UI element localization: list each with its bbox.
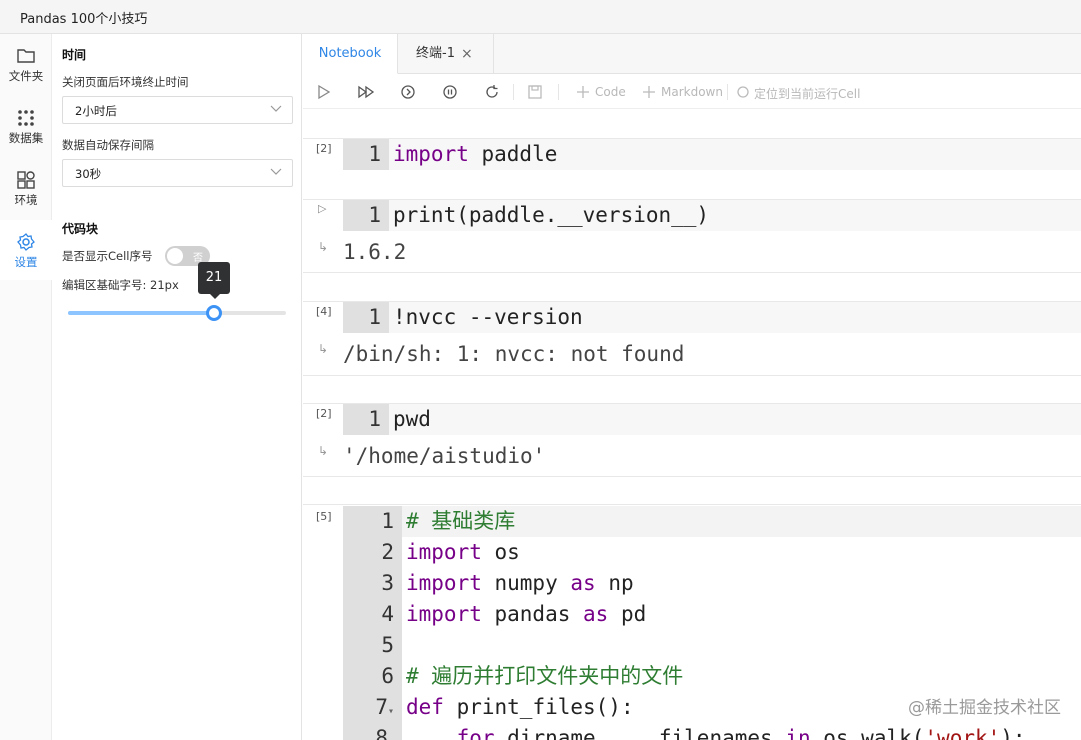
cell-output: /bin/sh: 1: nvcc: not found (343, 342, 685, 366)
toolbar-separator (727, 84, 728, 100)
output-icon: ↳ (318, 342, 329, 356)
autosave-select[interactable]: 30秒 (62, 159, 293, 187)
notebook-area: Notebook 终端-1 × Code Markdown 定位到当前运行Cel… (303, 34, 1081, 740)
code-editor[interactable]: 1 !nvcc --version (343, 302, 1081, 333)
cell-divider (303, 476, 1081, 477)
run-cell-button[interactable] (317, 83, 331, 101)
section-title-time: 时间 (62, 48, 87, 62)
environment-icon (17, 171, 35, 189)
play-icon (318, 84, 331, 100)
code-line: 8▾ for dirname, _, filenames in os.walk(… (343, 723, 1081, 740)
code-line: 1 print(paddle.__version__) (343, 200, 1081, 231)
autosave-label: 数据自动保存间隔 (62, 138, 154, 152)
show-cell-number-label: 是否显示Cell序号 (62, 249, 153, 263)
cell-divider (303, 375, 1081, 376)
add-markdown-label[interactable]: Markdown (661, 85, 723, 99)
close-timeout-label: 关闭页面后环境终止时间 (62, 75, 189, 89)
code-line: 1 import paddle (343, 139, 1081, 170)
iconbar-item-folder[interactable]: 文件夹 (0, 34, 52, 94)
tab-terminal[interactable]: 终端-1 × (399, 34, 494, 74)
close-icon[interactable]: × (461, 34, 473, 74)
save-icon (528, 85, 542, 99)
settings-panel: 时间 关闭页面后环境终止时间 2小时后 数据自动保存间隔 30秒 代码块 是否显… (52, 34, 302, 740)
close-timeout-select[interactable]: 2小时后 (62, 96, 293, 124)
cell-output: '/home/aistudio' (343, 444, 546, 468)
code-line: 1 pwd (343, 404, 1081, 435)
code-editor[interactable]: 1 print(paddle.__version__) (343, 200, 1081, 231)
font-size-tooltip: 21 (198, 262, 231, 299)
plus-icon (643, 86, 655, 98)
code-cell[interactable]: [4] 1 !nvcc --version ↳ /bin/sh: 1: nvcc:… (303, 302, 1081, 374)
app-title: Pandas 100个小技巧 (20, 12, 148, 27)
section-title-code: 代码块 (62, 222, 99, 236)
restart-run-button[interactable] (400, 83, 416, 101)
code-editor[interactable]: 1 import paddle (343, 139, 1081, 170)
run-all-button[interactable] (357, 83, 375, 101)
locate-icon (737, 86, 749, 98)
locate-running-cell-label[interactable]: 定位到当前运行Cell (754, 85, 860, 102)
gear-icon (17, 233, 35, 251)
code-cell[interactable]: [2] 1 pwd ↳ '/home/aistudio' (303, 404, 1081, 476)
title-bar: Pandas 100个小技巧 (0, 0, 1081, 34)
chevron-down-icon (270, 105, 282, 112)
cell-output: 1.6.2 (343, 240, 407, 264)
code-line: 2 import os (343, 537, 1081, 568)
activity-bar: 文件夹 数据集 环境 设置 (0, 34, 52, 740)
add-markdown-button[interactable] (642, 83, 656, 101)
cell-divider (303, 272, 1081, 273)
fast-forward-icon (358, 85, 375, 99)
fold-arrow-icon[interactable]: ▾ (388, 706, 394, 717)
plus-icon (577, 86, 589, 98)
toolbar-separator (513, 84, 514, 100)
cell-execution-count: [4] (316, 305, 332, 318)
code-line: 3 import numpy as np (343, 568, 1081, 599)
refresh-icon (486, 85, 498, 98)
notebook-toolbar: Code Markdown 定位到当前运行Cell (303, 75, 1081, 109)
restart-kernel-button[interactable] (484, 83, 500, 101)
output-icon: ↳ (318, 240, 329, 254)
code-line: 5 (343, 630, 1081, 661)
locate-running-cell-button[interactable] (736, 83, 750, 101)
add-code-label[interactable]: Code (595, 85, 626, 99)
code-line: 4 import pandas as pd (343, 599, 1081, 630)
line-number: 1 (343, 302, 389, 333)
chevron-down-icon (270, 168, 282, 175)
cell-execution-count: [2] (316, 407, 332, 420)
line-number: 1 (343, 404, 389, 435)
cell-execution-count: [5] (316, 510, 332, 523)
interrupt-button[interactable] (442, 83, 458, 101)
code-line: 6 # 遍历并打印文件夹中的文件 (343, 661, 1081, 692)
code-cell[interactable]: [2] 1 import paddle (303, 139, 1081, 179)
font-size-slider-handle[interactable] (206, 305, 223, 321)
line-number: 1 (343, 139, 389, 170)
code-line: 1 # 基础类库 (343, 506, 1081, 537)
dataset-icon (18, 110, 34, 126)
pause-icon (443, 85, 457, 99)
tab-bar: Notebook 终端-1 × (303, 34, 1081, 74)
folder-icon (17, 49, 35, 63)
save-button[interactable] (527, 83, 543, 101)
output-icon: ↳ (318, 444, 329, 458)
iconbar-item-settings[interactable]: 设置 (0, 220, 52, 280)
watermark: @稀土掘金技术社区 (908, 698, 1061, 718)
add-code-button[interactable] (576, 83, 590, 101)
toggle-knob (167, 248, 183, 264)
tab-notebook[interactable]: Notebook (303, 34, 398, 74)
code-line: 1 !nvcc --version (343, 302, 1081, 333)
font-size-label: 编辑区基础字号: 21px (62, 278, 179, 292)
line-number: 1 (343, 200, 389, 231)
iconbar-item-dataset[interactable]: 数据集 (0, 96, 52, 156)
font-size-slider-fill (68, 311, 215, 315)
run-cell-icon[interactable]: ▷ (318, 202, 326, 215)
restart-run-icon (401, 85, 415, 99)
iconbar-item-environment[interactable]: 环境 (0, 158, 52, 218)
toolbar-separator (558, 84, 559, 100)
code-editor[interactable]: 1 pwd (343, 404, 1081, 435)
tab-terminal-label: 终端-1 (416, 46, 455, 61)
code-cell[interactable]: ▷ 1 print(paddle.__version__) ↳ 1.6.2 (303, 200, 1081, 272)
cell-execution-count: [2] (316, 142, 332, 155)
